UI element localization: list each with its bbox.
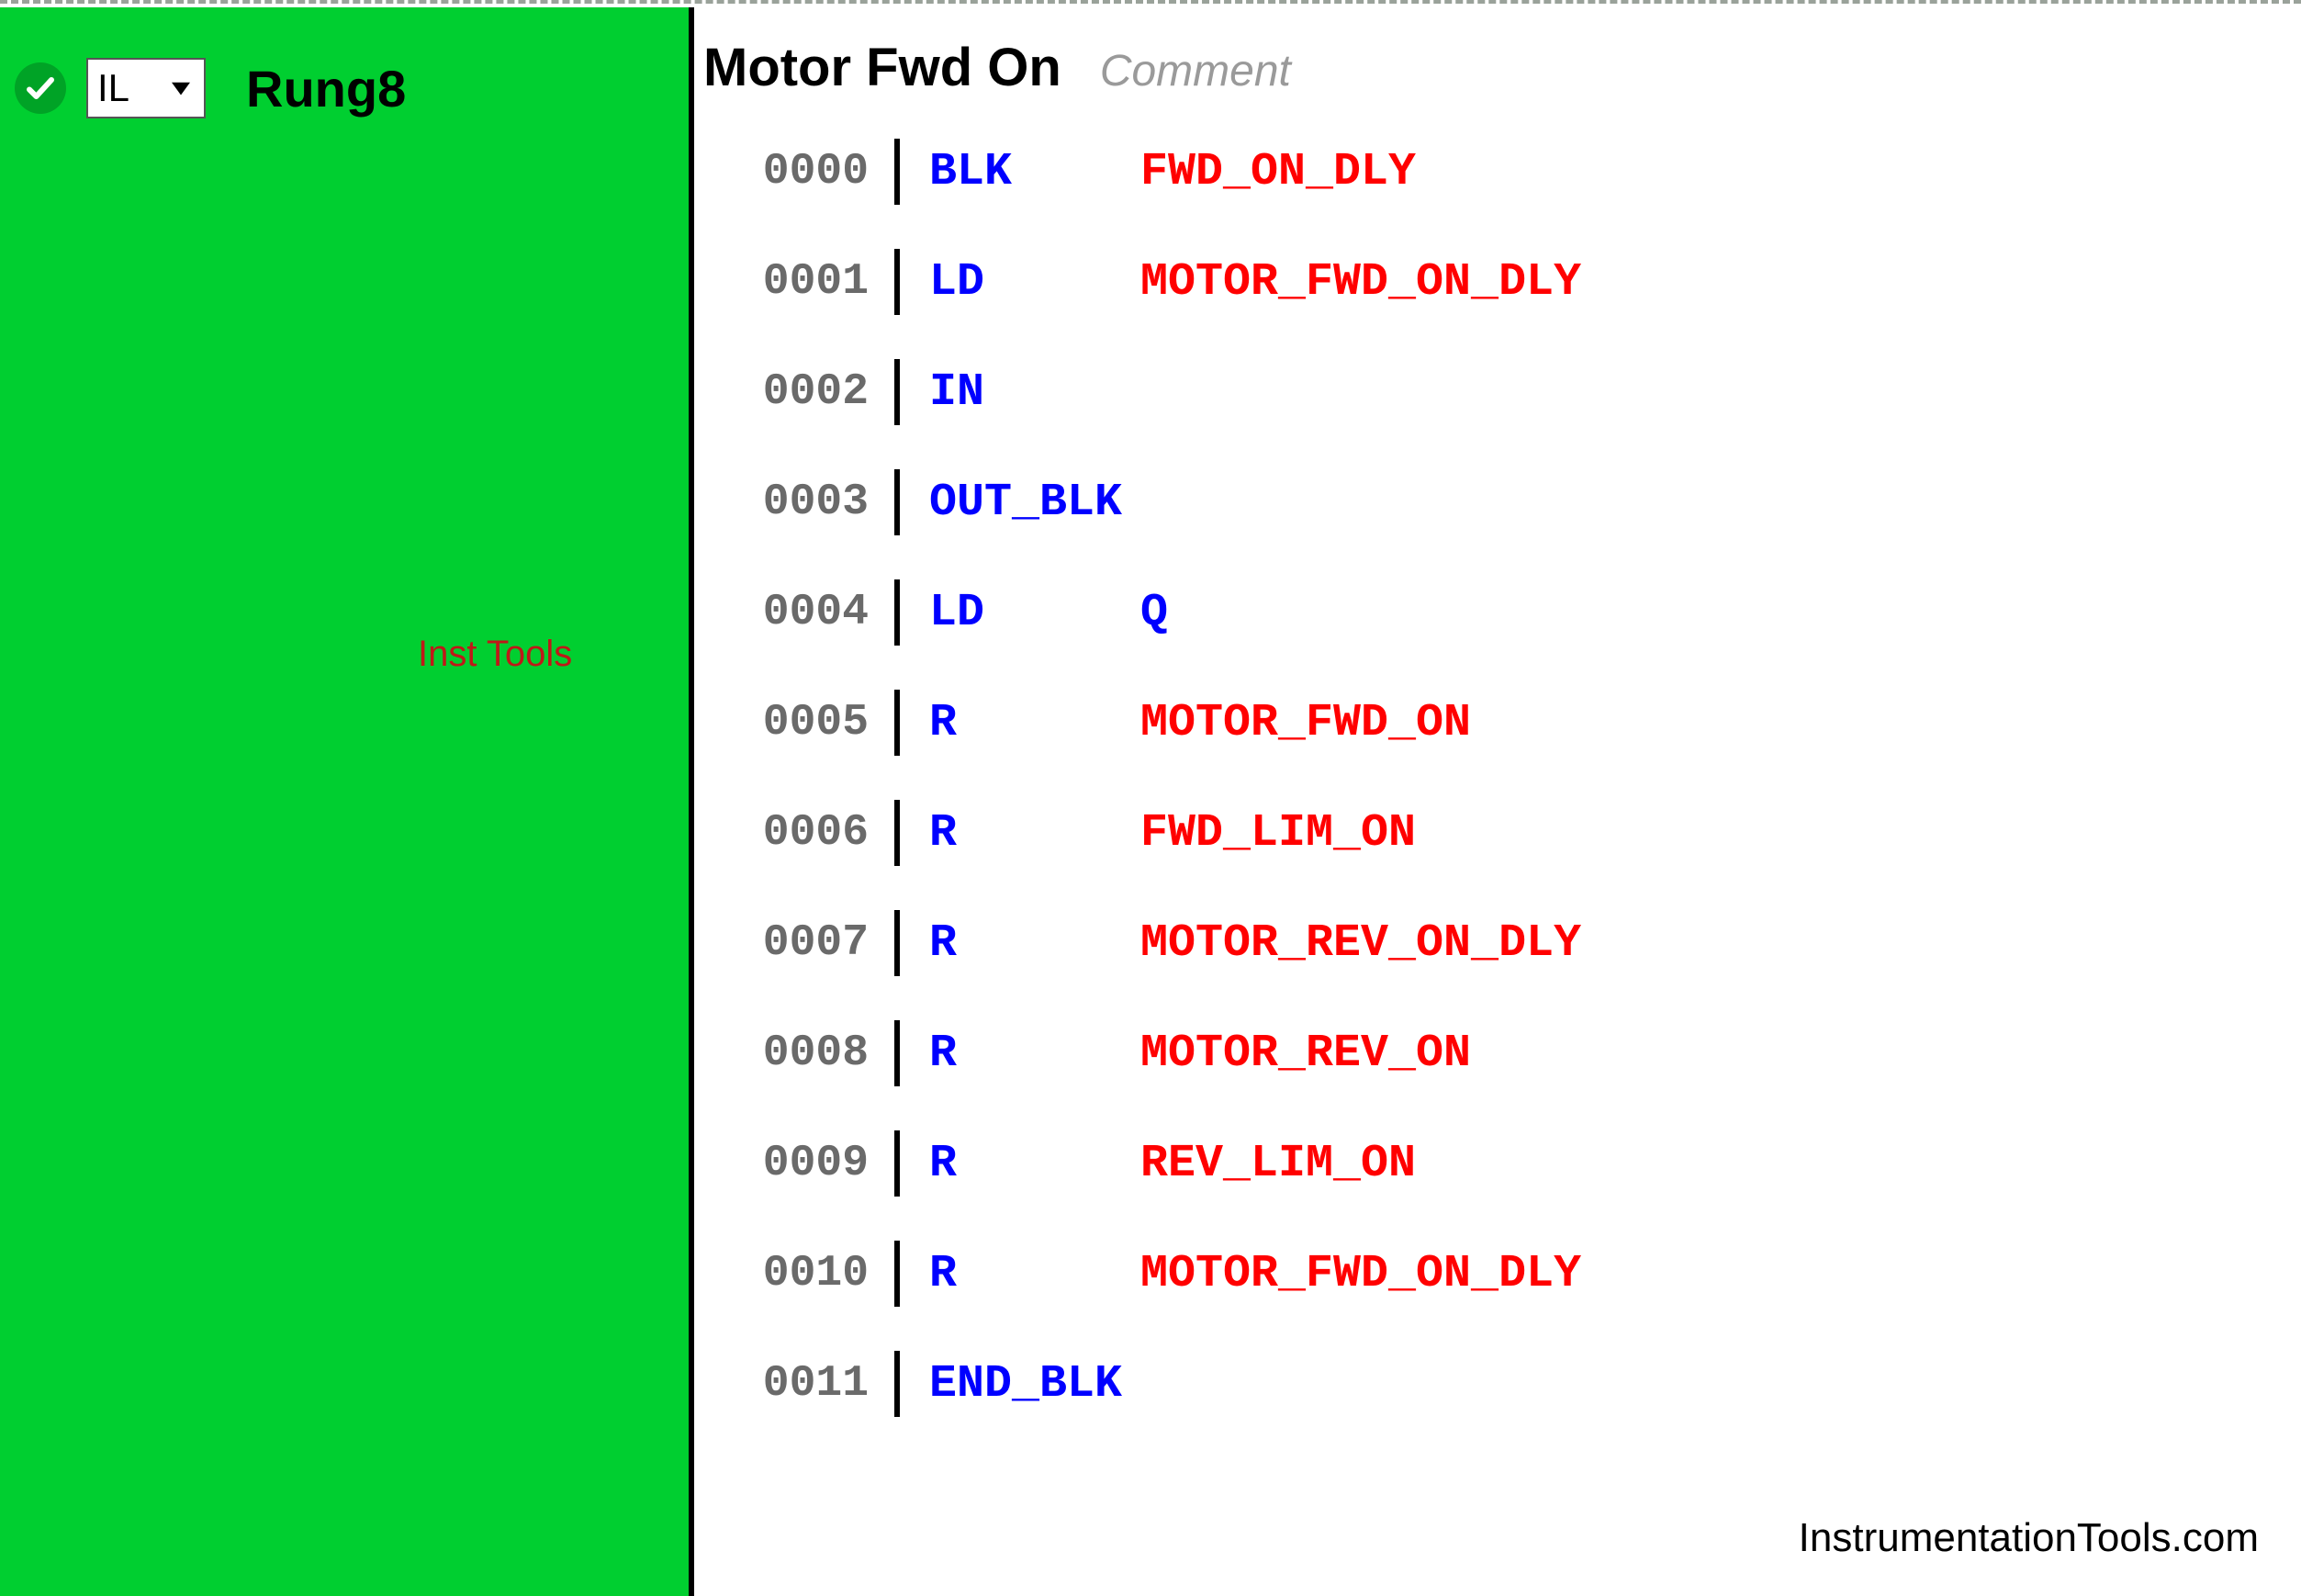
instruction-address: 0009 — [694, 1139, 869, 1188]
instruction-opcode: R — [929, 807, 1140, 860]
separator-bar — [894, 249, 900, 315]
separator-bar — [894, 1351, 900, 1417]
instruction-row[interactable]: 0005 RMOTOR_FWD_ON — [694, 668, 2301, 778]
instruction-operand: REV_LIM_ON — [1140, 1138, 1416, 1190]
instruction-opcode: R — [929, 1248, 1140, 1300]
instruction-address: 0008 — [694, 1028, 869, 1078]
instruction-address: 0007 — [694, 918, 869, 968]
code-area: Motor Fwd On Comment 0000BLKFWD_ON_DLY00… — [694, 4, 2301, 1596]
separator-bar — [894, 1130, 900, 1197]
instruction-operand: MOTOR_REV_ON — [1140, 1028, 1471, 1080]
instruction-operand: MOTOR_FWD_ON — [1140, 697, 1471, 749]
instruction-address: 0011 — [694, 1359, 869, 1409]
separator-bar — [894, 359, 900, 425]
instruction-opcode: IN — [929, 366, 1140, 419]
instruction-row[interactable]: 0008 RMOTOR_REV_ON — [694, 998, 2301, 1108]
instruction-operand: FWD_LIM_ON — [1140, 807, 1416, 860]
rung-header: Motor Fwd On Comment — [694, 4, 2301, 106]
instruction-address: 0003 — [694, 478, 869, 527]
rung-comment-placeholder[interactable]: Comment — [1100, 46, 1291, 96]
instruction-address: 0001 — [694, 257, 869, 307]
rung-name-label[interactable]: Rung8 — [246, 59, 406, 118]
separator-bar — [894, 800, 900, 866]
instruction-address: 0005 — [694, 698, 869, 747]
instruction-opcode: R — [929, 1138, 1140, 1190]
instruction-row[interactable]: 0003 OUT_BLK — [694, 447, 2301, 557]
instruction-operand: FWD_ON_DLY — [1140, 146, 1416, 198]
instruction-address: 0006 — [694, 808, 869, 858]
separator-bar — [894, 690, 900, 756]
rung-sidebar: IL Rung8 Inst Tools — [0, 7, 694, 1596]
instruction-operand: MOTOR_FWD_ON_DLY — [1140, 256, 1581, 309]
instruction-opcode: R — [929, 1028, 1140, 1080]
separator-bar — [894, 579, 900, 646]
footer-credit: InstrumentationTools.com — [1799, 1515, 2259, 1561]
instruction-row[interactable]: 0011 END_BLK — [694, 1329, 2301, 1439]
instruction-row[interactable]: 0004 LDQ — [694, 557, 2301, 668]
instruction-opcode: R — [929, 697, 1140, 749]
rung-title[interactable]: Motor Fwd On — [703, 37, 1061, 98]
instruction-operand: MOTOR_FWD_ON_DLY — [1140, 1248, 1581, 1300]
instruction-row[interactable]: 0009 RREV_LIM_ON — [694, 1108, 2301, 1219]
editor-frame: IL Rung8 Inst Tools Motor Fwd On Comment… — [0, 0, 2301, 1596]
separator-bar — [894, 469, 900, 535]
watermark-text: Inst Tools — [418, 634, 572, 675]
instruction-address: 0004 — [694, 588, 869, 637]
instruction-row[interactable]: 0006 RFWD_LIM_ON — [694, 778, 2301, 888]
instruction-row[interactable]: 0000 BLKFWD_ON_DLY — [694, 117, 2301, 227]
instruction-operand: MOTOR_REV_ON_DLY — [1140, 917, 1581, 970]
instruction-operand: Q — [1140, 587, 1168, 639]
instruction-row[interactable]: 0010 RMOTOR_FWD_ON_DLY — [694, 1219, 2301, 1329]
instruction-address: 0010 — [694, 1249, 869, 1298]
instruction-opcode: END_BLK — [929, 1358, 1140, 1411]
instruction-opcode: R — [929, 917, 1140, 970]
instruction-opcode: OUT_BLK — [929, 477, 1140, 529]
instruction-opcode: BLK — [929, 146, 1140, 198]
separator-bar — [894, 139, 900, 205]
language-select-value: IL — [97, 66, 129, 110]
instruction-list: 0000BLKFWD_ON_DLY0001LDMOTOR_FWD_ON_DLY0… — [694, 106, 2301, 1439]
instruction-row[interactable]: 0001 LDMOTOR_FWD_ON_DLY — [694, 227, 2301, 337]
instruction-row[interactable]: 0007 RMOTOR_REV_ON_DLY — [694, 888, 2301, 998]
instruction-address: 0002 — [694, 367, 869, 417]
separator-bar — [894, 1241, 900, 1307]
instruction-opcode: LD — [929, 256, 1140, 309]
separator-bar — [894, 910, 900, 976]
chevron-down-icon — [167, 74, 195, 102]
instruction-opcode: LD — [929, 587, 1140, 639]
language-select[interactable]: IL — [86, 58, 206, 118]
instruction-row[interactable]: 0002 IN — [694, 337, 2301, 447]
instruction-address: 0000 — [694, 147, 869, 197]
check-icon — [15, 62, 66, 114]
separator-bar — [894, 1020, 900, 1086]
